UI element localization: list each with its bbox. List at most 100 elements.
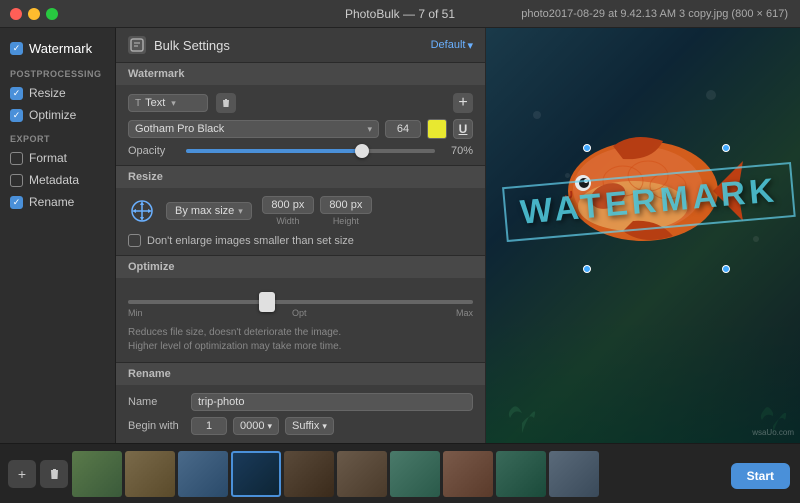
- resize-section: Resize: [116, 166, 485, 256]
- watermark-type-select[interactable]: T Text ▾: [128, 94, 208, 112]
- rename-name-row: Name trip-photo: [128, 393, 473, 411]
- dont-enlarge-checkbox[interactable]: [128, 234, 141, 247]
- add-photo-button[interactable]: +: [8, 460, 36, 488]
- coral-left: [502, 393, 542, 443]
- wm-handle-br[interactable]: [722, 265, 730, 273]
- width-input[interactable]: 800 px: [262, 196, 314, 214]
- rename-name-input[interactable]: trip-photo: [191, 393, 473, 411]
- watermark-section-header: Watermark: [116, 63, 485, 85]
- rename-begin-row: Begin with 1 0000 ▾ Suffix ▾: [128, 417, 473, 435]
- sidebar-item-format[interactable]: Format: [0, 147, 115, 169]
- resize-row: By max size ▾ 800 px Width: [128, 196, 473, 226]
- sidebar-item-metadata[interactable]: Metadata: [0, 169, 115, 191]
- optimize-section-header: Optimize: [116, 256, 485, 278]
- filmstrip: + Start: [0, 443, 800, 503]
- export-label: EXPORT: [0, 126, 115, 147]
- wm-handle-bl[interactable]: [583, 265, 591, 273]
- underline-button[interactable]: U: [453, 119, 473, 139]
- filmstrip-thumb-3[interactable]: [178, 451, 228, 497]
- filmstrip-thumb-7[interactable]: [390, 451, 440, 497]
- optimize-opt-label: Opt: [292, 308, 307, 318]
- opacity-slider-thumb: [355, 144, 369, 158]
- watermark-checkbox[interactable]: ✓: [10, 42, 23, 55]
- minimize-button[interactable]: [28, 8, 40, 20]
- sidebar-resize-label: Resize: [29, 86, 66, 100]
- rename-checkbox[interactable]: ✓: [10, 196, 23, 209]
- sidebar-item-resize[interactable]: ✓ Resize: [0, 82, 115, 104]
- titlebar: PhotoBulk — 7 of 51 photo2017-08-29 at 9…: [0, 0, 800, 28]
- filmstrip-thumb-6[interactable]: [337, 451, 387, 497]
- suffix-select[interactable]: Suffix ▾: [285, 417, 334, 435]
- wm-handle-tr[interactable]: [722, 144, 730, 152]
- sidebar-watermark-label: Watermark: [29, 41, 92, 56]
- sidebar: ✓ Watermark POSTPROCESSING ✓ Resize ✓ Op…: [0, 28, 116, 443]
- height-input-group: 800 px Height: [320, 196, 372, 226]
- settings-panel: Bulk Settings Default ▾ Watermark T Text: [116, 28, 486, 443]
- font-size-input[interactable]: 64: [385, 120, 421, 138]
- filmstrip-thumb-8[interactable]: [443, 451, 493, 497]
- sidebar-optimize-label: Optimize: [29, 108, 76, 122]
- watermark-delete-button[interactable]: [216, 93, 236, 113]
- preview-area: WATERMARK wsaUo.com: [486, 28, 800, 443]
- panel-header-left: Bulk Settings: [128, 36, 230, 54]
- app-title: PhotoBulk — 7 of 51: [345, 7, 455, 21]
- window-controls: [10, 8, 58, 20]
- postprocessing-label: POSTPROCESSING: [0, 61, 115, 82]
- delete-photo-button[interactable]: [40, 460, 68, 488]
- format-checkbox[interactable]: [10, 152, 23, 165]
- watermark-add-button[interactable]: +: [453, 93, 473, 113]
- color-swatch[interactable]: [427, 119, 447, 139]
- begin-format-select[interactable]: 0000 ▾: [233, 417, 279, 435]
- optimize-description: Reduces file size, doesn't deteriorate t…: [116, 322, 485, 362]
- watermark-section: Watermark T Text ▾: [116, 63, 485, 166]
- optimize-labels: Min Opt Max: [128, 308, 473, 318]
- resize-checkbox[interactable]: ✓: [10, 87, 23, 100]
- panel-header: Bulk Settings Default ▾: [116, 28, 485, 63]
- begin-with-inputs: 1 0000 ▾ Suffix ▾: [191, 417, 334, 435]
- optimize-checkbox[interactable]: ✓: [10, 109, 23, 122]
- preview-image: WATERMARK wsaUo.com: [486, 28, 800, 443]
- filmstrip-thumb-1[interactable]: [72, 451, 122, 497]
- rename-section-header: Rename: [116, 363, 485, 385]
- height-input[interactable]: 800 px: [320, 196, 372, 214]
- px-inputs: 800 px Width 800 px Height: [262, 196, 372, 226]
- opacity-slider[interactable]: [186, 149, 435, 153]
- start-button[interactable]: Start: [731, 463, 790, 489]
- filmstrip-thumb-4[interactable]: [231, 451, 281, 497]
- main-layout: ✓ Watermark POSTPROCESSING ✓ Resize ✓ Op…: [0, 28, 800, 443]
- sidebar-item-rename[interactable]: ✓ Rename: [0, 191, 115, 213]
- rename-begin-label: Begin with: [128, 420, 183, 432]
- resize-section-header: Resize: [116, 166, 485, 188]
- filmstrip-thumb-2[interactable]: [125, 451, 175, 497]
- filmstrip-thumb-9[interactable]: [496, 451, 546, 497]
- height-label: Height: [333, 216, 359, 226]
- close-button[interactable]: [10, 8, 22, 20]
- width-input-group: 800 px Width: [262, 196, 314, 226]
- sidebar-item-optimize[interactable]: ✓ Optimize: [0, 104, 115, 126]
- rename-section-body: Name trip-photo Begin with 1 0000: [116, 385, 485, 443]
- rename-name-label: Name: [128, 396, 183, 408]
- font-select[interactable]: Gotham Pro Black ▾: [128, 120, 379, 138]
- begin-num-input[interactable]: 1: [191, 417, 227, 435]
- filmstrip-items: [72, 451, 792, 497]
- optimize-section: Optimize Min Opt Max Reduces file size, …: [116, 256, 485, 363]
- resize-icon: [128, 197, 156, 225]
- opacity-label: Opacity: [128, 145, 178, 157]
- filmstrip-thumb-5[interactable]: [284, 451, 334, 497]
- dont-enlarge-row: Don't enlarge images smaller than set si…: [128, 234, 473, 247]
- filmstrip-thumb-10[interactable]: [549, 451, 599, 497]
- opacity-value: 70%: [443, 145, 473, 157]
- optimize-slider-container: Min Opt Max: [116, 278, 485, 322]
- sidebar-format-label: Format: [29, 151, 67, 165]
- watermark-section-body: T Text ▾ +: [116, 85, 485, 165]
- sidebar-item-watermark[interactable]: ✓ Watermark: [0, 36, 115, 61]
- optimize-track[interactable]: [128, 300, 473, 304]
- metadata-checkbox[interactable]: [10, 174, 23, 187]
- panel-default-button[interactable]: Default ▾: [431, 39, 473, 52]
- optimize-max-label: Max: [456, 308, 473, 318]
- maximize-button[interactable]: [46, 8, 58, 20]
- by-max-size-select[interactable]: By max size ▾: [166, 202, 252, 220]
- watermark-badge: wsaUo.com: [752, 428, 794, 437]
- content-area: Bulk Settings Default ▾ Watermark T Text: [116, 28, 800, 443]
- panel-title: Bulk Settings: [154, 38, 230, 53]
